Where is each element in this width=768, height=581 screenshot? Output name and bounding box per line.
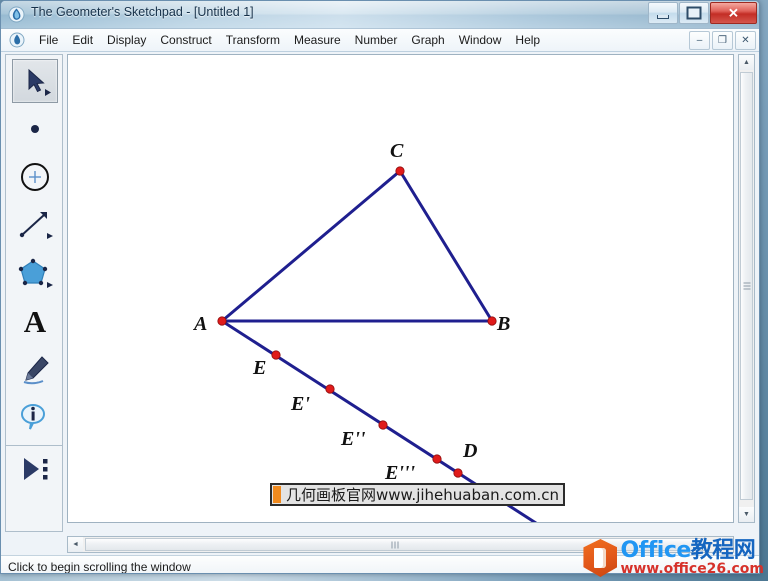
- window-controls: ✕: [647, 2, 757, 24]
- sketchpad-window: The Geometer's Sketchpad - [Untitled 1] …: [0, 0, 760, 574]
- canvas-wrap: A B C E E' E'' E''' D 几何画板官网www.jihehuaban.com.…: [67, 54, 755, 553]
- custom-tool[interactable]: [12, 447, 58, 491]
- information-tool[interactable]: [12, 395, 58, 439]
- mdi-window-controls: – ❐ ✕: [687, 31, 756, 50]
- menu-item-transform[interactable]: Transform: [219, 31, 287, 49]
- mdi-restore-button[interactable]: ❐: [712, 31, 733, 50]
- mdi-close-icon: ✕: [741, 34, 750, 46]
- vertical-scrollbar[interactable]: ▲ ▼: [738, 54, 755, 523]
- compass-circle-tool[interactable]: [12, 155, 58, 199]
- label-Eprimeprimeprime[interactable]: E''': [385, 462, 415, 485]
- menu-item-file[interactable]: File: [32, 31, 65, 49]
- scroll-grip-icon: [743, 282, 750, 290]
- title-bar: The Geometer's Sketchpad - [Untitled 1] …: [1, 1, 759, 29]
- watermark-text: 几何画板官网www.jihehuaban.com.cn: [286, 486, 560, 504]
- scroll-down-arrow-icon[interactable]: ▼: [739, 507, 754, 522]
- point-E[interactable]: [271, 350, 281, 360]
- minimize-button[interactable]: [648, 2, 678, 24]
- toolbox: A: [5, 54, 63, 532]
- work-area: A A B C E E' E'' E''' D 几何画板官网www.jihehu…: [1, 52, 759, 555]
- label-E[interactable]: E: [253, 357, 266, 380]
- vertical-scroll-thumb[interactable]: [740, 72, 753, 500]
- status-message: Click to begin scrolling the window: [8, 559, 191, 574]
- menu-bar: File Edit Display Construct Transform Me…: [1, 29, 759, 52]
- horizontal-scroll-thumb[interactable]: [85, 538, 705, 551]
- straightedge-tool[interactable]: [12, 203, 58, 247]
- maximize-button[interactable]: [679, 2, 709, 24]
- mdi-close-button[interactable]: ✕: [735, 31, 756, 50]
- point-A[interactable]: [217, 316, 227, 326]
- segment-CB[interactable]: [398, 169, 494, 323]
- menu-item-window[interactable]: Window: [452, 31, 509, 49]
- status-bar: Click to begin scrolling the window: [1, 555, 759, 574]
- menu-item-measure[interactable]: Measure: [287, 31, 348, 49]
- segment-AC[interactable]: [220, 169, 402, 323]
- mdi-minimize-icon: –: [696, 34, 703, 46]
- marker-pen-tool[interactable]: [12, 347, 58, 391]
- scroll-left-arrow-icon[interactable]: ◄: [68, 537, 83, 552]
- close-icon: ✕: [728, 5, 739, 21]
- mdi-minimize-button[interactable]: –: [689, 31, 710, 50]
- arrow-select-tool[interactable]: [12, 59, 58, 103]
- watermark-textbox[interactable]: 几何画板官网www.jihehuaban.com.cn: [270, 483, 566, 506]
- label-B[interactable]: B: [497, 313, 510, 336]
- svg-text:A: A: [24, 304, 47, 338]
- close-button[interactable]: ✕: [710, 2, 757, 24]
- label-C[interactable]: C: [390, 140, 403, 163]
- point-D[interactable]: [453, 468, 463, 478]
- point-Eprimeprimeprime[interactable]: [432, 454, 442, 464]
- document-icon[interactable]: [9, 32, 25, 48]
- scroll-up-arrow-icon[interactable]: ▲: [739, 55, 754, 70]
- point-tool[interactable]: [12, 107, 58, 151]
- scroll-grip-icon-h: [391, 541, 399, 548]
- menu-item-edit[interactable]: Edit: [65, 31, 100, 49]
- menu-item-help[interactable]: Help: [508, 31, 547, 49]
- point-Eprime[interactable]: [325, 384, 335, 394]
- menu-item-graph[interactable]: Graph: [404, 31, 451, 49]
- menu-item-construct[interactable]: Construct: [153, 31, 218, 49]
- toolbox-separator: [6, 445, 62, 446]
- text-tool[interactable]: A: [12, 299, 58, 343]
- label-A[interactable]: A: [194, 313, 207, 336]
- point-C[interactable]: [395, 166, 405, 176]
- sketch-canvas[interactable]: A B C E E' E'' E''' D 几何画板官网www.jihehuaban.com.…: [67, 54, 734, 523]
- window-title: The Geometer's Sketchpad - [Untitled 1]: [31, 5, 254, 19]
- menu-item-display[interactable]: Display: [100, 31, 153, 49]
- label-Eprimeprime[interactable]: E'': [341, 428, 365, 451]
- point-Eprimeprime[interactable]: [378, 420, 388, 430]
- textbox-handle: [273, 486, 281, 503]
- polygon-tool[interactable]: [12, 251, 58, 295]
- sketchpad-icon: [8, 6, 25, 23]
- sketch-figure: [217, 166, 538, 522]
- mdi-restore-icon: ❐: [718, 34, 727, 46]
- horizontal-scrollbar[interactable]: ◄: [67, 536, 734, 553]
- label-D[interactable]: D: [463, 440, 477, 463]
- point-B[interactable]: [487, 316, 497, 326]
- label-Eprime[interactable]: E': [291, 393, 310, 416]
- menu-item-number[interactable]: Number: [348, 31, 405, 49]
